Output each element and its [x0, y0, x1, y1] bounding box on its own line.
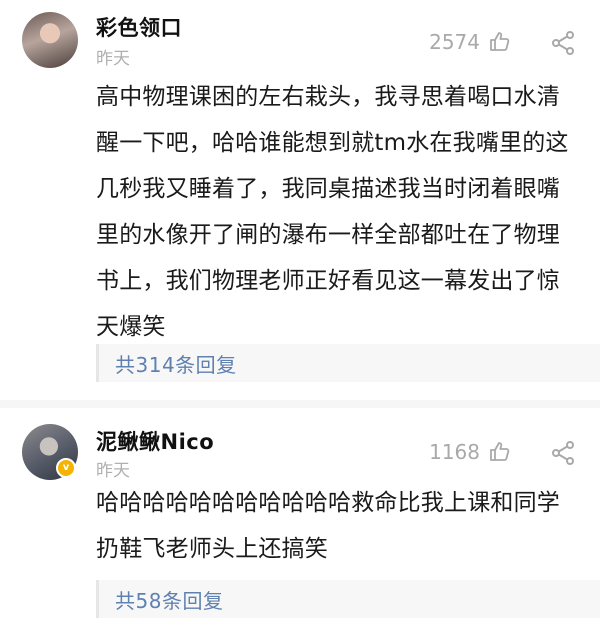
timestamp: 昨天	[96, 461, 130, 481]
like-count: 1168	[429, 440, 480, 464]
comment-item: 泥鳅鳅Nico 昨天 1168 哈哈哈哈哈哈哈哈哈哈哈救命比我上课和同学扔鞋飞老…	[0, 400, 600, 636]
avatar[interactable]	[22, 12, 78, 68]
view-replies-link[interactable]: 共314条回复	[96, 344, 600, 382]
username[interactable]: 彩色领口	[96, 12, 182, 42]
share-icon[interactable]	[550, 440, 576, 466]
verified-badge-icon: v	[56, 458, 76, 478]
comment-text: 高中物理课困的左右栽头，我寻思着喝口水清醒一下吧，哈哈谁能想到就tm水在我嘴里的…	[96, 84, 569, 340]
like-button[interactable]: 1168	[429, 440, 512, 464]
view-replies-link[interactable]: 共58条回复	[96, 580, 600, 618]
thumbs-up-icon	[490, 32, 510, 51]
timestamp: 昨天	[96, 49, 130, 69]
comment-item: 彩色领口 昨天 2574 高中物理课困的左右栽头，我寻思着喝口水清醒一下吧，哈哈…	[0, 0, 600, 400]
comment-text: 哈哈哈哈哈哈哈哈哈哈哈救命比我上课和同学扔鞋飞老师头上还搞笑	[96, 490, 560, 562]
like-count: 2574	[429, 30, 480, 54]
thumbs-up-icon	[490, 442, 510, 461]
username[interactable]: 泥鳅鳅Nico	[96, 426, 214, 456]
share-icon[interactable]	[550, 30, 576, 56]
like-button[interactable]: 2574	[429, 30, 512, 54]
